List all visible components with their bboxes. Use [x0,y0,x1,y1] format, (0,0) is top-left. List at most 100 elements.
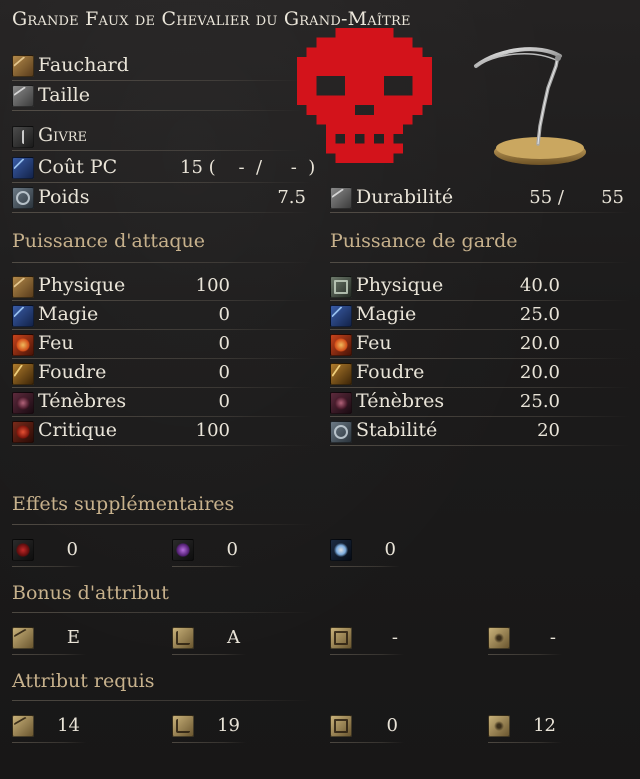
frost-icon [330,539,352,561]
attack-power-title: Puissance d'attaque [12,230,206,252]
faith-icon [488,715,510,737]
attack-type: Taille [38,84,90,106]
divider [12,742,86,743]
red-skull-icon [297,28,432,163]
effects-title: Effets supplémentaires [12,493,235,515]
divider [330,358,630,359]
attack-lightning-label: Foudre [38,361,107,383]
skill-name: Givre [38,124,87,146]
dexterity-icon [172,715,194,737]
intelligence-icon [330,627,352,649]
faith-icon [488,627,510,649]
req-intelligence-value: 0 [386,715,398,736]
divider [12,654,86,655]
magic-guard-icon [330,305,352,327]
attack-dark-label: Ténèbres [38,390,127,412]
lightning-guard-icon [330,363,352,385]
divider [12,416,312,417]
effect-bleed-value: 0 [66,539,78,560]
divider [12,300,312,301]
durability-max: 55 [601,187,624,208]
divider [12,110,302,111]
guard-dark-value: 25.0 [519,391,560,412]
effect-frost-value: 0 [384,539,396,560]
weight-icon [12,187,34,209]
req-dexterity-value: 19 [217,715,240,736]
divider [330,445,630,446]
divider [330,212,630,213]
attack-dark-value: 0 [218,391,230,412]
bleed-icon [12,539,34,561]
weapon-stats-panel: { "title": "Grande Faux de Chevalier du … [0,0,640,779]
guard-physical-label: Physique [356,274,444,296]
divider [330,416,630,417]
divider [12,358,312,359]
guard-lightning-label: Foudre [356,361,425,383]
divider [12,212,312,213]
physical-icon [12,276,34,298]
attack-fire-label: Feu [38,332,74,354]
fp-cost-icon [12,157,34,179]
durability-current: 55 / [529,187,564,208]
divider [488,742,562,743]
divider [12,445,312,446]
divider [12,566,82,567]
weapon-image [474,47,586,165]
divider [172,654,246,655]
divider [330,300,630,301]
guard-lightning-value: 20.0 [519,362,560,383]
fire-icon [12,334,34,356]
divider [330,654,404,655]
divider [12,329,312,330]
divider [12,524,312,525]
scaling-title: Bonus d'attribut [12,582,169,604]
weapon-title: Grande Faux de Chevalier du Grand-Maître [12,8,411,30]
magic-icon [12,305,34,327]
divider [330,566,400,567]
strength-icon [12,627,34,649]
guard-stability-value: 20 [537,420,560,441]
divider [12,612,312,613]
intelligence-icon [330,715,352,737]
dark-icon [12,392,34,414]
divider [330,742,404,743]
weapon-category-icon [12,55,34,77]
strength-icon [12,715,34,737]
guard-fire-value: 20.0 [519,333,560,354]
guard-magic-value: 25.0 [519,304,560,325]
scaling-intelligence-value: - [391,627,398,648]
critical-icon [12,421,34,443]
physical-guard-icon [330,276,352,298]
poison-icon [172,539,194,561]
attack-magic-value: 0 [218,304,230,325]
scaling-strength-value: E [66,627,80,648]
divider [172,742,246,743]
durability-icon [330,187,352,209]
attack-magic-label: Magie [38,303,99,325]
divider [330,329,630,330]
guard-power-title: Puissance de garde [330,230,518,252]
attack-type-icon [12,85,34,107]
scaling-dexterity-value: A [227,627,240,648]
divider [12,262,312,263]
attack-lightning-value: 0 [218,362,230,383]
weapon-category: Fauchard [38,54,129,76]
durability-label: Durabilité [356,186,454,208]
lightning-icon [12,363,34,385]
guard-stability-label: Stabilité [356,419,438,441]
weight-label: Poids [38,186,90,208]
guard-fire-label: Feu [356,332,392,354]
divider [12,150,302,151]
weight-value: 7.5 [277,187,306,208]
stability-icon [330,421,352,443]
divider [330,262,630,263]
skill-icon [12,126,34,148]
divider [12,387,312,388]
divider [488,654,562,655]
dark-guard-icon [330,392,352,414]
divider [330,387,630,388]
scaling-faith-value: - [549,627,556,648]
attack-physical-label: Physique [38,274,126,296]
attack-fire-value: 0 [218,333,230,354]
req-strength-value: 14 [57,715,80,736]
